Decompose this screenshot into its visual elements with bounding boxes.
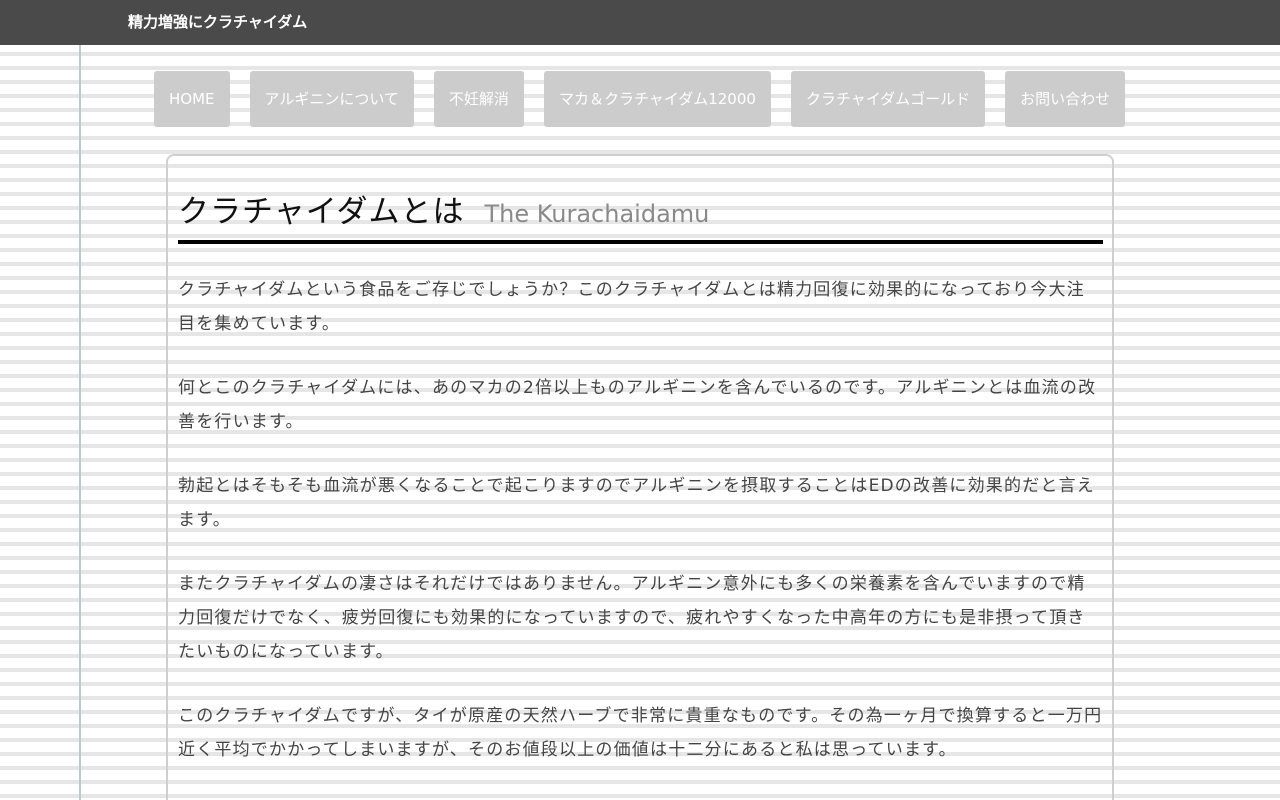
- page-subtitle: The Kurachaidamu: [484, 200, 710, 228]
- main-nav: HOME アルギニンについて 不妊解消 マカ＆クラチャイダム12000 クラチャ…: [154, 71, 1126, 127]
- top-bar: 精力増強にクラチャイダム: [0, 0, 1280, 45]
- notebook-margin-line: [79, 45, 81, 800]
- page-heading: クラチャイダムとは The Kurachaidamu: [178, 186, 1103, 244]
- site-title-link[interactable]: 精力増強にクラチャイダム: [128, 11, 307, 32]
- article-body: クラチャイダムという食品をご存じでしょうか？このクラチャイダムとは精力回復に効果…: [178, 273, 1103, 797]
- page-title: クラチャイダムとは: [178, 194, 465, 230]
- nav-item-infertility[interactable]: 不妊解消: [433, 71, 524, 127]
- nav-item-krachaidam-gold[interactable]: クラチャイダムゴールド: [790, 71, 986, 127]
- nav-item-contact[interactable]: お問い合わせ: [1005, 71, 1126, 127]
- article-paragraph: 勃起とはそもそも血流が悪くなることで起こりますのでアルギニンを摂取することはED…: [178, 476, 1096, 530]
- nav-item-arginine[interactable]: アルギニンについて: [249, 71, 414, 127]
- nav-item-home[interactable]: HOME: [154, 71, 230, 127]
- article-paragraph: 何とこのクラチャイダムには、あのマカの2倍以上ものアルギニンを含んでいるのです。…: [178, 378, 1097, 432]
- nav-item-maca-krachaidam[interactable]: マカ＆クラチャイダム12000: [543, 71, 771, 127]
- article-paragraph: クラチャイダムという食品をご存じでしょうか？このクラチャイダムとは精力回復に効果…: [178, 280, 1085, 334]
- article-paragraph: このクラチャイダムですが、タイが原産の天然ハーブで非常に貴重なものです。その為一…: [178, 706, 1103, 760]
- article-paragraph: またクラチャイダムの凄さはそれだけではありません。アルギニン意外にも多くの栄養素…: [178, 574, 1086, 662]
